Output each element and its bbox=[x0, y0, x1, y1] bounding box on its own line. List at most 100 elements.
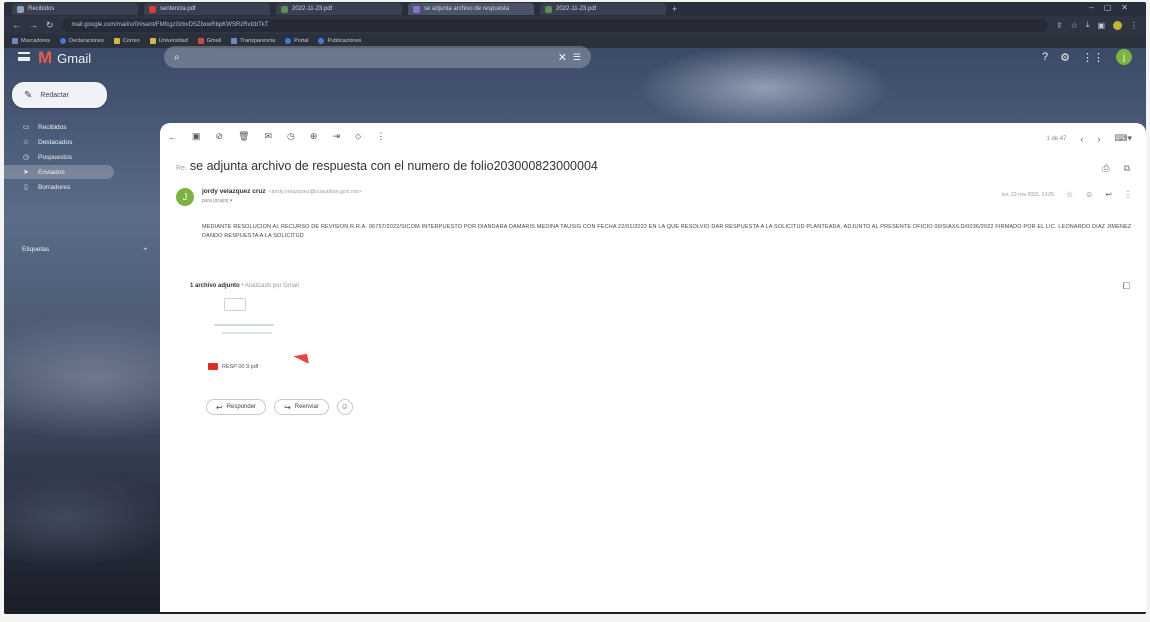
settings-gear-icon[interactable]: ⚙ bbox=[1060, 51, 1070, 64]
search-bar[interactable]: ⌕ ✕ ☰ bbox=[164, 46, 591, 68]
url-field[interactable]: mail.google.com/mail/u/0/#sent/FMfcgzGrb… bbox=[61, 18, 1049, 32]
reply-button[interactable]: ↩ Responder bbox=[206, 399, 267, 415]
account-avatar[interactable]: j bbox=[1116, 49, 1132, 65]
address-bar: ← → ↻ mail.google.com/mail/u/0/#sent/FMf… bbox=[4, 16, 1146, 34]
search-input[interactable] bbox=[185, 52, 516, 62]
attachment-corner-fold bbox=[293, 353, 309, 367]
labels-header: Etiquetas + bbox=[22, 246, 147, 253]
reload-icon[interactable]: ↻ bbox=[46, 20, 54, 31]
add-task-icon[interactable]: ⊕ bbox=[310, 131, 318, 142]
download-icon[interactable]: ⤓ bbox=[1086, 20, 1090, 30]
label-icon[interactable]: ⬦ bbox=[355, 131, 361, 142]
reply-icon[interactable]: ↩ bbox=[1105, 190, 1112, 199]
browser-tab[interactable]: sentencia.pdf bbox=[144, 3, 270, 15]
gmail-m-icon: M bbox=[38, 48, 53, 67]
sidebar-item-enviados[interactable]: ➤ Enviados bbox=[4, 165, 114, 179]
bookmark-icon bbox=[60, 38, 67, 44]
sidebar-item-borradores[interactable]: ▯ Borradores bbox=[4, 180, 154, 194]
profile-icon[interactable] bbox=[1113, 20, 1122, 30]
browser-tab[interactable]: Recibidos bbox=[12, 3, 138, 15]
clear-search-icon[interactable]: ✕ bbox=[558, 51, 567, 64]
bookmark-star-icon[interactable]: ☆ bbox=[1071, 21, 1078, 30]
browser-tab-active[interactable]: se adjunta archivo de respuesta bbox=[408, 3, 534, 15]
forward-button[interactable]: ↪ Reenviar bbox=[274, 399, 329, 415]
share-icon[interactable]: ⇪ bbox=[1056, 21, 1063, 30]
star-icon[interactable]: ☆ bbox=[1066, 190, 1073, 199]
forward-icon[interactable]: → bbox=[29, 20, 38, 30]
mark-unread-icon[interactable]: ✉ bbox=[265, 131, 273, 142]
forward-arrow-icon: ↪ bbox=[284, 402, 291, 412]
attachment-thumbnail[interactable] bbox=[214, 298, 304, 346]
next-arrow-icon[interactable]: › bbox=[1097, 134, 1100, 144]
sender-avatar: J bbox=[176, 188, 194, 206]
archive-icon[interactable]: ▣ bbox=[192, 131, 201, 142]
attachments-header: 1 archivo adjunto • Analizado por Gmail bbox=[190, 283, 299, 289]
more-options-icon[interactable]: ⋮ bbox=[1124, 190, 1132, 199]
email-body: MEDIANTE RESOLUCION AL RECURSO DE REVISI… bbox=[202, 224, 1132, 239]
report-spam-icon[interactable]: ⊘ bbox=[216, 131, 224, 142]
attachment-file[interactable]: RESP 00 3.pdf bbox=[208, 363, 258, 370]
pdf-favicon-icon bbox=[149, 5, 156, 13]
bookmark-icon bbox=[197, 38, 204, 44]
search-options-icon[interactable]: ☰ bbox=[573, 52, 581, 63]
apps-grid-icon[interactable]: ⋮⋮ bbox=[1082, 51, 1104, 64]
bookmark[interactable]: Correo bbox=[113, 38, 140, 44]
emoji-react-icon[interactable]: ☺ bbox=[1085, 190, 1093, 199]
bookmark-icon bbox=[318, 38, 325, 44]
browser-menu-icon[interactable]: ⋮ bbox=[1130, 21, 1138, 30]
sidebar-item-recibidos[interactable]: ▭ Recibidos bbox=[4, 120, 154, 134]
browser-tab[interactable]: 2022-11-23.pdf bbox=[540, 3, 666, 15]
pencil-icon: ✎ bbox=[24, 89, 33, 101]
bookmark[interactable]: Marcadores bbox=[12, 38, 50, 44]
main-menu-icon[interactable] bbox=[18, 52, 30, 61]
pdf-icon bbox=[208, 363, 218, 370]
recipient-line[interactable]: para jorajorj ▾ bbox=[202, 198, 232, 204]
sidebar-item-destacados[interactable]: ☆ Destacados bbox=[4, 135, 154, 149]
reply-arrow-icon: ↩ bbox=[216, 402, 223, 412]
bookmark[interactable]: Publicaciones bbox=[318, 38, 361, 44]
browser-tab[interactable]: 2022-11-23.pdf bbox=[276, 3, 402, 15]
gmail-wordmark: Gmail bbox=[57, 50, 92, 66]
sidebar-nav: ▭ Recibidos ☆ Destacados ◷ Pospuestos ➤ Envi… bbox=[4, 120, 154, 195]
prev-arrow-icon[interactable]: ‹ bbox=[1080, 134, 1083, 144]
snooze-icon[interactable]: ◷ bbox=[287, 131, 295, 142]
bookmark-icon bbox=[285, 38, 292, 44]
move-to-icon[interactable]: ⇥ bbox=[332, 131, 340, 142]
pager: 1 de 47 ‹ › ⌨▾ bbox=[1046, 133, 1132, 144]
sidebar-item-pospuestos[interactable]: ◷ Pospuestos bbox=[4, 150, 154, 164]
window-controls[interactable]: –▢✕ bbox=[1089, 3, 1138, 12]
more-icon[interactable]: ⋮ bbox=[376, 131, 385, 142]
favicon-icon bbox=[17, 5, 24, 13]
back-icon[interactable]: ← bbox=[12, 20, 21, 30]
star-icon: ☆ bbox=[22, 139, 30, 146]
open-new-window-icon[interactable]: ⧉ bbox=[1124, 163, 1130, 174]
bookmark[interactable]: Universidad bbox=[149, 38, 188, 44]
new-tab-icon[interactable]: + bbox=[672, 4, 677, 14]
gmail-logo[interactable]: M Gmail bbox=[38, 48, 91, 68]
browser-tab-strip: Recibidos sentencia.pdf 2022-11-23.pdf s… bbox=[4, 2, 1146, 16]
print-icon[interactable]: ⎙ bbox=[1102, 163, 1109, 174]
input-tools-icon[interactable]: ⌨▾ bbox=[1114, 133, 1132, 144]
bookmark[interactable]: Portal bbox=[285, 38, 308, 44]
back-arrow-icon[interactable]: ← bbox=[168, 132, 177, 142]
add-label-icon[interactable]: + bbox=[143, 246, 147, 253]
bookmark-icon bbox=[12, 38, 18, 44]
draft-icon: ▯ bbox=[24, 184, 28, 191]
bookmark[interactable]: Gmail bbox=[197, 38, 221, 44]
bookmark-icon bbox=[149, 38, 156, 44]
search-icon[interactable]: ⌕ bbox=[174, 52, 180, 63]
bookmark-icon bbox=[231, 38, 238, 44]
help-icon[interactable]: ? bbox=[1042, 51, 1048, 63]
reply-actions: ↩ Responder ↪ Reenviar ☺ bbox=[206, 399, 353, 415]
add-to-drive-icon[interactable]: ⧠ bbox=[1123, 281, 1130, 292]
emoji-button[interactable]: ☺ bbox=[336, 399, 353, 415]
send-icon: ➤ bbox=[23, 169, 29, 176]
delete-icon[interactable]: 🗑 bbox=[238, 131, 249, 142]
bookmark[interactable]: Declaraciones bbox=[60, 38, 104, 44]
screen: Recibidos sentencia.pdf 2022-11-23.pdf s… bbox=[4, 2, 1146, 614]
bookmark-icon bbox=[113, 38, 120, 44]
compose-button[interactable]: ✎ Redactar bbox=[12, 82, 107, 108]
email-panel: ← ▣ ⊘ 🗑 ✉ ◷ ⊕ ⇥ ⬦ ⋮ 1 de 47 ‹ › ⌨▾ Re: se… bbox=[160, 123, 1146, 612]
extensions-icon[interactable]: ▣ bbox=[1097, 21, 1105, 30]
bookmark[interactable]: Transparencia bbox=[231, 38, 275, 44]
